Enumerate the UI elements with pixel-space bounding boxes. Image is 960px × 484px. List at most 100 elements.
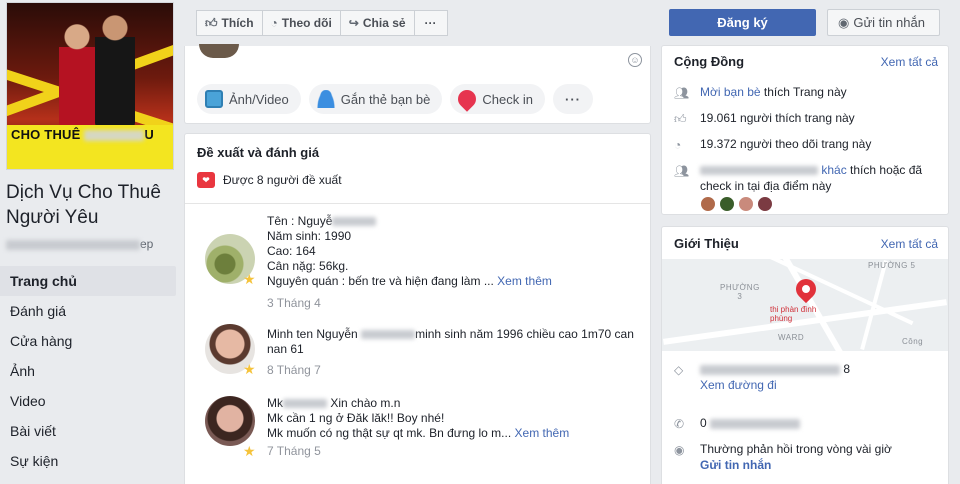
nav-item-posts[interactable]: Bài viết <box>0 416 176 446</box>
send-message-button[interactable]: ◉ Gửi tin nhắn <box>827 9 940 36</box>
rss-icon: ◔ <box>674 138 682 152</box>
cover-caption-text: CHO THUÊ <box>11 127 81 142</box>
review-text: Minh ten Nguyễn minh sinh năm 1996 chiều… <box>267 327 637 357</box>
review-lines: Năm sinh: 1990 Cao: 164 Cân nặg: 56kg. <box>267 229 352 273</box>
see-more-link[interactable]: Xem thêm <box>497 274 552 288</box>
left-column: CHO THUÊ U Dịch Vụ Cho Thuê Người Yêu ep… <box>0 0 182 484</box>
reviews-card: Đề xuất và đánh giá ❤ Được 8 người đề xu… <box>184 133 651 484</box>
community-see-all-link[interactable]: Xem tất cả <box>881 55 938 69</box>
messenger-icon: ◉ <box>674 443 685 457</box>
more-options-button[interactable]: ··· <box>413 10 448 36</box>
follow-button[interactable]: ◔ Theo dõi <box>261 10 341 36</box>
community-card: Cộng Đồng Xem tất cả 👥︎ Mời bạn bè thích… <box>661 45 949 215</box>
people-icon: 👥︎ <box>674 86 690 100</box>
redacted-text <box>6 239 140 250</box>
page-title[interactable]: Dịch Vụ Cho Thuê Người Yêu <box>6 180 176 230</box>
woman-figure <box>59 17 95 127</box>
friend-avatar[interactable] <box>757 196 773 212</box>
redacted-text <box>84 130 145 142</box>
friend-avatars <box>700 196 946 212</box>
rss-icon: ◔ <box>270 16 278 30</box>
divider <box>185 203 650 204</box>
send-message-link[interactable]: Gửi tin nhắn <box>700 458 771 472</box>
redacted-text <box>700 166 818 176</box>
directions-link[interactable]: Xem đường đi <box>700 378 777 392</box>
photo-video-label: Ảnh/Video <box>229 91 289 107</box>
follow-label: Theo dõi <box>281 16 332 30</box>
review-date[interactable]: 8 Tháng 7 <box>267 363 321 377</box>
invite-friends-link[interactable]: Mời bạn bè <box>700 85 761 99</box>
review-date[interactable]: 7 Tháng 5 <box>267 444 321 458</box>
photo-icon <box>205 90 223 108</box>
page-username-suffix: ep <box>140 237 154 251</box>
like-button[interactable]: 👍︎ Thích <box>196 10 263 36</box>
review-line: Nguyên quán : bến tre và hiện đang làm .… <box>267 274 494 288</box>
share-button[interactable]: ↪ Chia sẻ <box>339 10 415 36</box>
friend-avatar[interactable] <box>738 196 754 212</box>
page-profile-picture[interactable]: CHO THUÊ U <box>6 2 174 170</box>
map-pin-label: thi phàn đình phùng <box>770 305 817 323</box>
tag-friends-button[interactable]: Gắn thẻ bạn bè <box>308 84 443 114</box>
review-text: Mk Xin chào m.n Mk cần 1 ng ở Đăk lăk!! … <box>267 396 637 441</box>
nav-item-shop[interactable]: Cửa hàng <box>0 326 176 356</box>
composer-avatar <box>199 44 239 58</box>
like-label: Thích <box>221 16 254 30</box>
redacted-text <box>332 217 377 227</box>
redacted-text <box>283 399 327 409</box>
map-road <box>860 260 888 350</box>
recommendation-summary[interactable]: ❤ Được 8 người đề xuất <box>197 172 342 188</box>
map-label: PHƯỜNG 5 <box>868 261 916 270</box>
location-map[interactable]: PHƯỜNG 5 PHƯỜNG 3 WARD Công thi phàn đìn… <box>662 259 948 351</box>
page-username[interactable]: ep <box>6 237 153 251</box>
review-line: Mk muốn có ng thật sự qt mk. Bn đưng lo … <box>267 426 512 440</box>
likes-count: 19.061 người thích trang này <box>700 111 855 125</box>
nav-item-photos[interactable]: Ảnh <box>0 356 176 386</box>
messenger-icon: ◉ <box>838 15 850 30</box>
follows-count: 19.372 người theo dõi trang này <box>700 137 872 151</box>
about-see-all-link[interactable]: Xem tất cả <box>881 237 938 251</box>
review-date[interactable]: 3 Tháng 4 <box>267 296 321 310</box>
composer-more-button[interactable]: ··· <box>552 84 593 114</box>
see-more-link[interactable]: Xem thêm <box>515 426 570 440</box>
post-composer: ☺ Ảnh/Video Gắn thẻ bạn bè Check in ··· <box>184 44 651 124</box>
nav-item-home[interactable]: Trang chủ <box>0 266 176 296</box>
review-line: Xin chào m.n <box>330 396 401 410</box>
reviewer-avatar[interactable] <box>205 396 255 446</box>
others-link[interactable]: khác <box>821 163 846 177</box>
location-pin-icon <box>454 86 481 112</box>
thumbs-up-icon: 👍︎ <box>205 15 218 30</box>
map-label: Công <box>902 337 924 346</box>
response-time: Thường phản hồi trong vòng vài giờ <box>700 442 892 456</box>
share-arrow-icon: ↪ <box>348 16 359 30</box>
recommend-icon: ❤ <box>197 172 215 188</box>
page-nav: Trang chủ Đánh giá Cửa hàng Ảnh Video Bà… <box>0 266 176 476</box>
page-action-bar: 👍︎ Thích ◔ Theo dõi ↪ Chia sẻ ··· <box>196 10 448 36</box>
send-message-label: Gửi tin nhắn <box>853 15 925 30</box>
star-icon: ★ <box>243 271 256 287</box>
phone-number[interactable]: 0 <box>700 416 707 430</box>
cover-caption: CHO THUÊ U <box>7 125 173 169</box>
check-in-label: Check in <box>482 91 533 107</box>
redacted-text <box>710 418 801 429</box>
invite-friends-text: thích Trang này <box>763 85 847 99</box>
nav-item-reviews[interactable]: Đánh giá <box>0 296 176 326</box>
review-line: minh sinh năm 1996 chiều cao 1m70 can <box>415 327 634 341</box>
nav-item-events[interactable]: Sự kiện <box>0 446 176 476</box>
cover-caption-end: U <box>144 127 154 142</box>
review-line: Mk cần 1 ng ở Đăk lăk!! Boy nhé! <box>267 411 445 425</box>
friend-avatar[interactable] <box>719 196 735 212</box>
photo-video-button[interactable]: Ảnh/Video <box>197 84 301 114</box>
address-text: 8 <box>843 362 851 376</box>
sign-up-button[interactable]: Đăng ký <box>669 9 816 36</box>
recommendation-count: Được 8 người đề xuất <box>223 173 342 187</box>
tag-friends-label: Gắn thẻ bạn bè <box>340 91 431 107</box>
star-icon: ★ <box>243 361 256 377</box>
community-title[interactable]: Cộng Đồng <box>674 54 744 69</box>
man-figure <box>95 9 135 127</box>
check-in-button[interactable]: Check in <box>450 84 545 114</box>
friend-avatar[interactable] <box>700 196 716 212</box>
emoji-icon[interactable]: ☺ <box>628 53 642 67</box>
review-line: Tên : Nguyễ <box>267 214 333 228</box>
nav-item-videos[interactable]: Video <box>0 386 176 416</box>
about-title[interactable]: Giới Thiệu <box>674 236 739 251</box>
